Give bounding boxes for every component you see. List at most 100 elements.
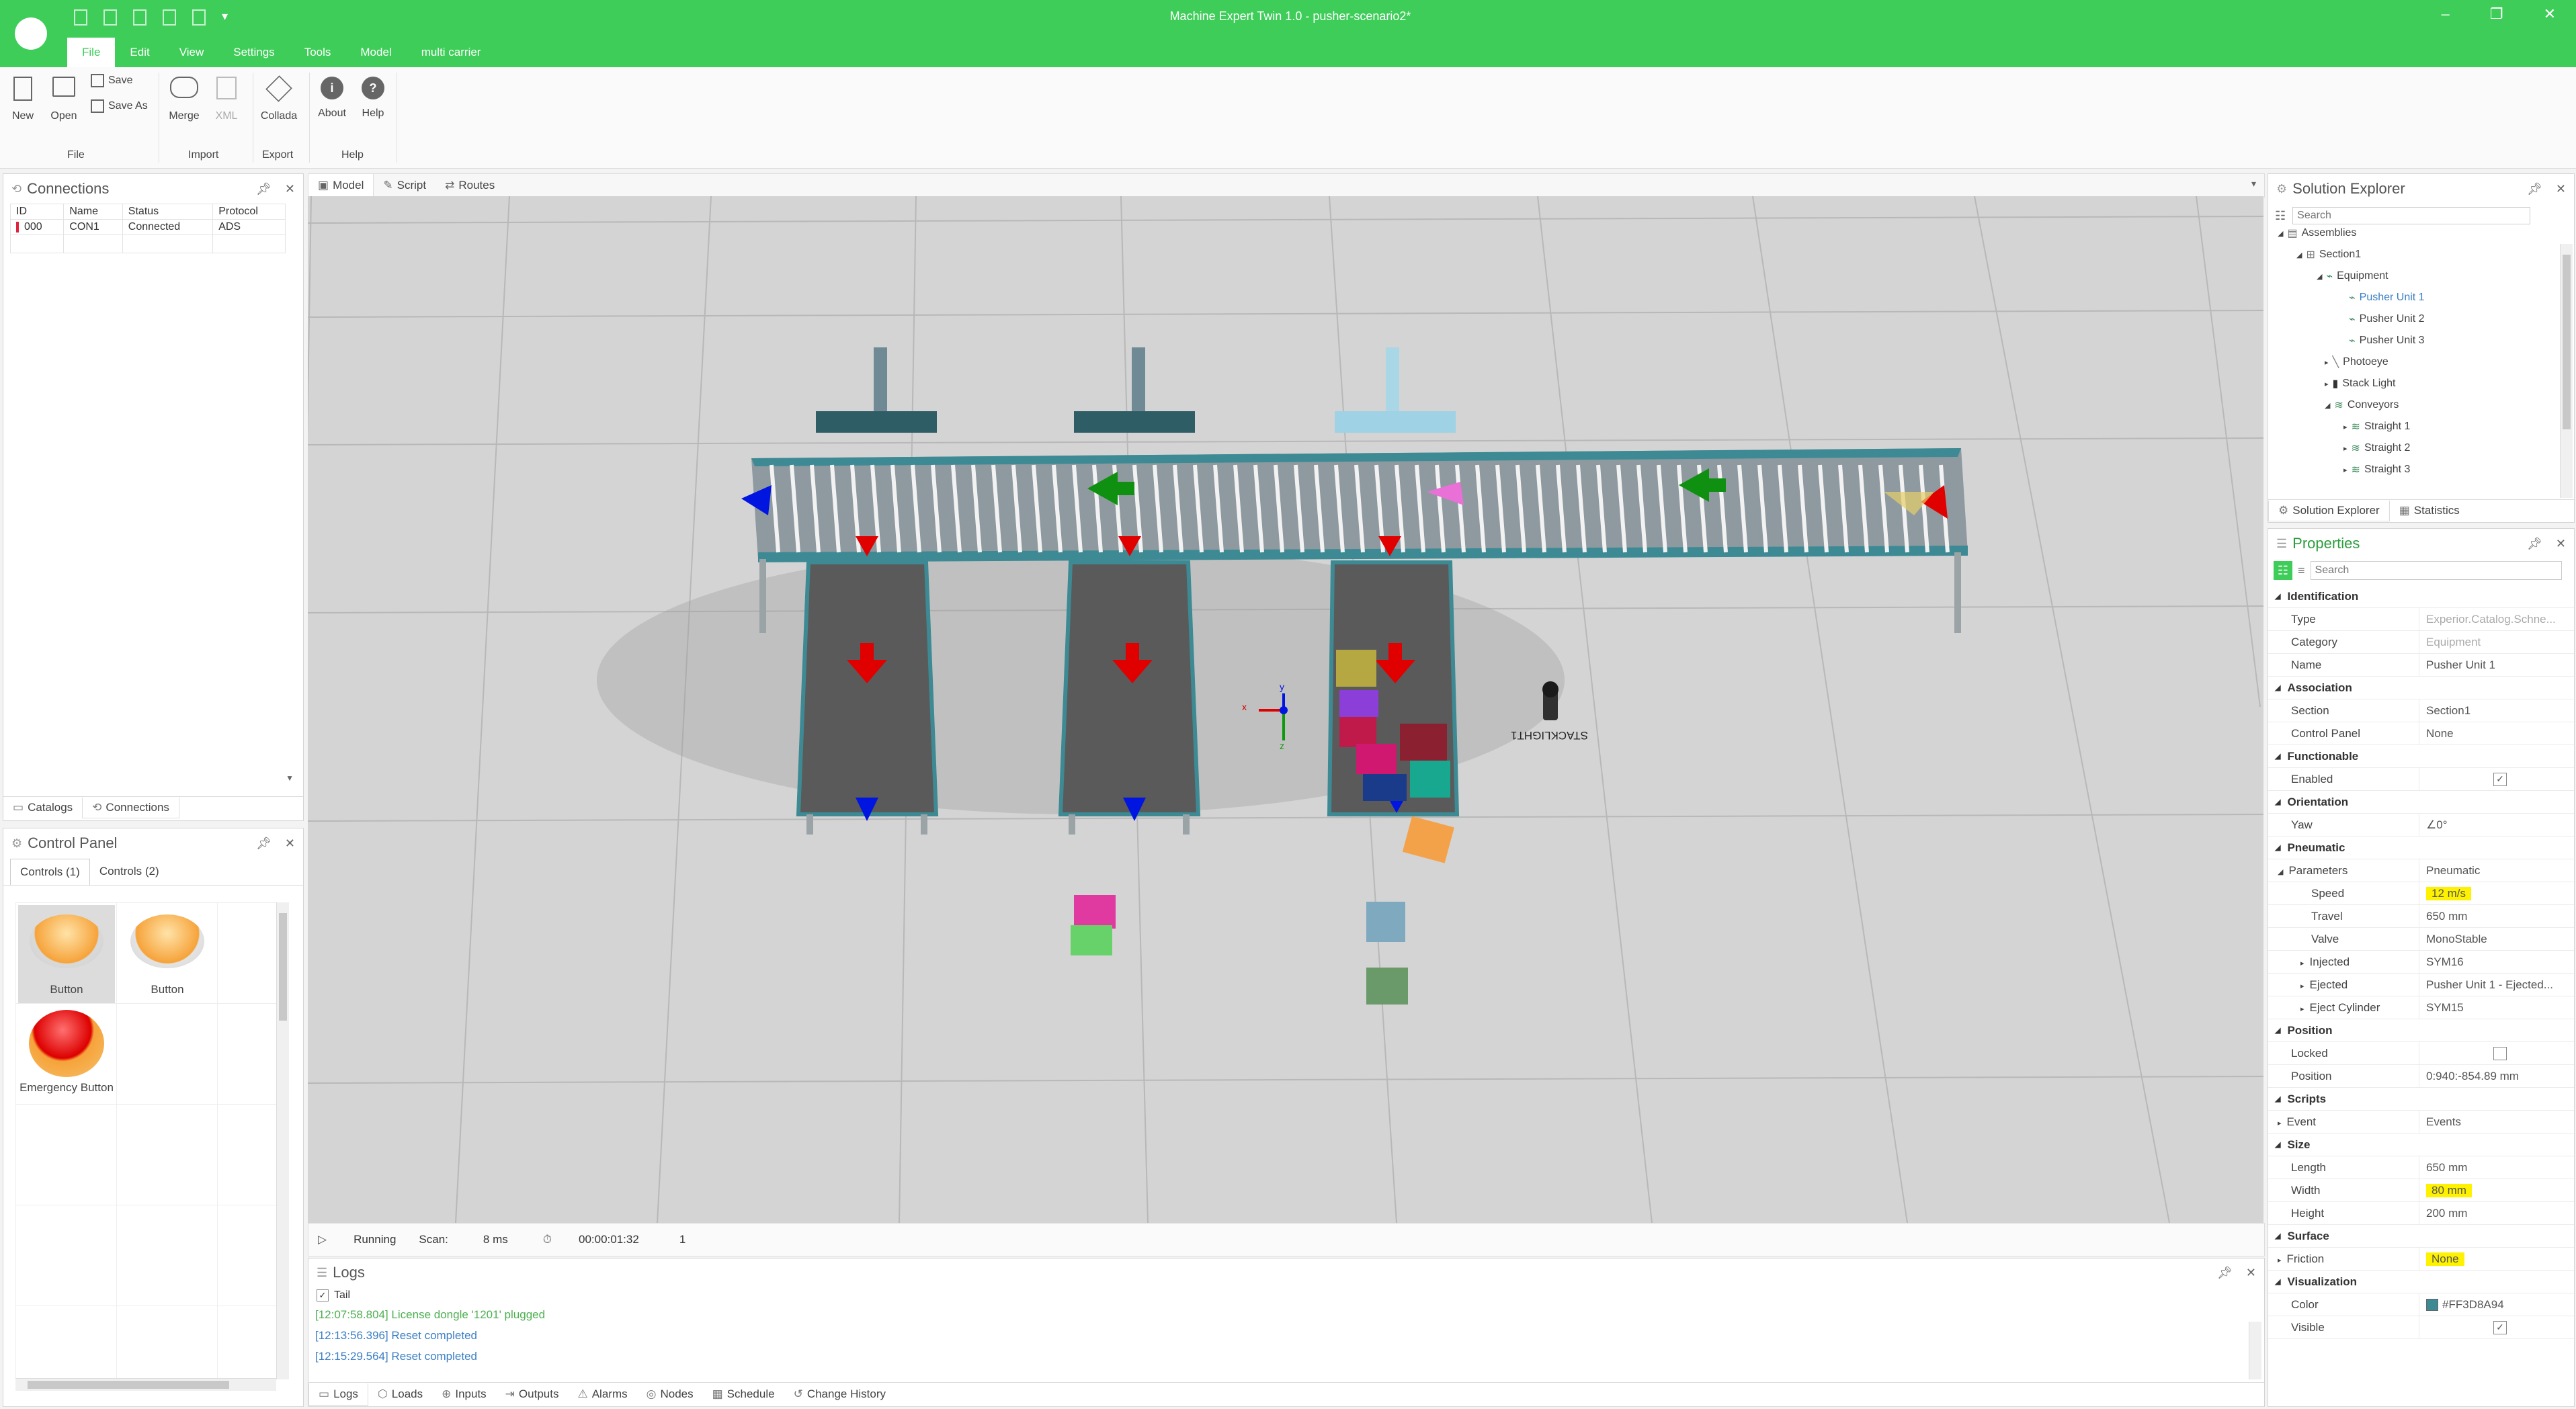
column-header[interactable]: Name — [63, 204, 123, 220]
tree-item-straight-1[interactable]: ▸ ≋ Straight 1 — [2268, 416, 2561, 437]
explorer-scrollbar[interactable] — [2560, 244, 2573, 498]
tree-item-straight-2[interactable]: ▸ ≋ Straight 2 — [2268, 437, 2561, 459]
pin-icon[interactable]: 📌︎ — [2527, 537, 2542, 551]
ribbon-item-save[interactable]: Save — [91, 74, 132, 87]
category-size[interactable]: ◢ Size — [2268, 1134, 2574, 1156]
category-visualization[interactable]: ◢ Visualization — [2268, 1271, 2574, 1293]
locked-checkbox[interactable] — [2493, 1046, 2507, 1060]
tree-item-photoeye[interactable]: ▸ ╲ Photoeye — [2268, 351, 2561, 373]
menu-view[interactable]: View — [165, 46, 219, 59]
3d-viewport[interactable]: STACKLIGHT1 x y z — [308, 196, 2263, 1223]
open-file-icon[interactable] — [103, 9, 117, 26]
tab-solution-explorer[interactable]: ⚙ Solution Explorer — [2268, 500, 2390, 521]
close-icon[interactable]: ✕ — [2556, 537, 2566, 551]
properties-search-input[interactable] — [2310, 561, 2562, 580]
property-row[interactable]: ▸ Injected SYM16 — [2268, 951, 2574, 974]
menu-multi-carrier[interactable]: multi carrier — [407, 46, 496, 59]
ribbon-item-collada[interactable]: Collada — [257, 75, 301, 122]
menu-file[interactable]: File — [67, 38, 116, 67]
explorer-search-input[interactable] — [2292, 207, 2531, 224]
close-icon[interactable]: ✕ — [285, 837, 295, 851]
property-row[interactable]: Locked — [2268, 1042, 2574, 1065]
tab-routes[interactable]: ⇄ Routes — [435, 179, 504, 192]
pin-icon[interactable]: 📌︎ — [2527, 182, 2542, 196]
tree-item-section1[interactable]: ◢ ⊞ Section1 — [2268, 244, 2561, 265]
menu-settings[interactable]: Settings — [218, 46, 289, 59]
property-row[interactable]: ▸ Friction None — [2268, 1248, 2574, 1271]
control-button-2[interactable]: Button — [119, 905, 216, 1003]
ribbon-item-about[interactable]: i About — [313, 77, 351, 120]
property-row[interactable]: Section Section1 — [2268, 699, 2574, 722]
tab-script[interactable]: ✎ Script — [374, 179, 435, 192]
category-functionable[interactable]: ◢ Functionable — [2268, 745, 2574, 768]
close-icon[interactable]: ✕ — [2544, 5, 2556, 23]
property-row[interactable]: Type Experior.Catalog.Schne... — [2268, 608, 2574, 631]
tab-controls-2[interactable]: Controls (2) — [90, 865, 169, 878]
tab-logs[interactable]: ▭ Logs — [308, 1383, 368, 1406]
tree-item-assemblies[interactable]: ◢ ▤ Assemblies — [2268, 222, 2561, 244]
column-header[interactable]: Status — [122, 204, 214, 220]
redo-icon[interactable] — [192, 9, 206, 26]
filter-icon[interactable]: ☷ — [2275, 209, 2286, 223]
column-header[interactable]: ID — [9, 204, 65, 220]
close-icon[interactable]: ✕ — [2246, 1266, 2256, 1280]
logs-scrollbar[interactable] — [2249, 1322, 2261, 1379]
property-row[interactable]: ▸ Event Events — [2268, 1111, 2574, 1134]
tree-item-equipment[interactable]: ◢ ⌁ Equipment — [2268, 265, 2561, 287]
column-header[interactable]: Protocol — [212, 204, 286, 220]
save-icon[interactable] — [133, 9, 147, 26]
ribbon-item-xml[interactable]: XML — [210, 77, 243, 122]
tree-item-pusher-unit-1[interactable]: ⌁ Pusher Unit 1 — [2268, 287, 2561, 308]
tab-nodes[interactable]: ◎ Nodes — [637, 1387, 703, 1401]
property-row[interactable]: ◢ Parameters Pneumatic — [2268, 859, 2574, 882]
property-row[interactable]: Width 80 mm — [2268, 1179, 2574, 1202]
property-row[interactable]: Color #FF3D8A94 — [2268, 1293, 2574, 1316]
category-position[interactable]: ◢ Position — [2268, 1019, 2574, 1042]
category-association[interactable]: ◢ Association — [2268, 677, 2574, 699]
tree-item-straight-3[interactable]: ▸ ≋ Straight 3 — [2268, 459, 2561, 478]
new-file-icon[interactable] — [74, 9, 87, 26]
tab-controls-1[interactable]: Controls (1) — [10, 858, 90, 885]
control-emergency-button[interactable]: Emergency Button — [18, 1006, 115, 1104]
close-icon[interactable]: ✕ — [2556, 182, 2566, 196]
tabs-dropdown-icon[interactable]: ▾ — [2251, 178, 2256, 189]
property-row[interactable]: Control Panel None — [2268, 722, 2574, 745]
ribbon-item-open[interactable]: Open — [47, 77, 81, 122]
width-value[interactable]: 80 mm — [2426, 1183, 2472, 1197]
tree-item-pusher-unit-2[interactable]: ⌁ Pusher Unit 2 — [2268, 308, 2561, 330]
ribbon-item-save-as[interactable]: Save As — [91, 99, 148, 113]
property-row[interactable]: Name Pusher Unit 1 — [2268, 654, 2574, 677]
property-row[interactable]: Enabled ✓ — [2268, 768, 2574, 791]
category-scripts[interactable]: ◢ Scripts — [2268, 1088, 2574, 1111]
scroll-down-icon[interactable]: ▼ — [286, 773, 294, 783]
tail-option[interactable]: ✓ Tail — [308, 1287, 2264, 1304]
pin-icon[interactable]: 📌︎ — [2217, 1266, 2233, 1280]
tab-model[interactable]: ▣ Model — [308, 174, 374, 197]
minimize-icon[interactable]: – — [2442, 5, 2450, 23]
tab-statistics[interactable]: ▦ Statistics — [2390, 504, 2469, 517]
property-row[interactable]: Height 200 mm — [2268, 1202, 2574, 1225]
horizontal-scrollbar[interactable] — [15, 1378, 276, 1391]
close-icon[interactable]: ✕ — [285, 182, 295, 196]
property-row[interactable]: ▸ Eject Cylinder SYM15 — [2268, 996, 2574, 1019]
undo-icon[interactable] — [163, 9, 176, 26]
control-button-1[interactable]: Button — [18, 905, 115, 1003]
property-row[interactable]: Visible ✓ — [2268, 1316, 2574, 1339]
categorized-view-icon[interactable]: ☷ — [2274, 561, 2292, 580]
tab-connections[interactable]: ⟲ Connections — [82, 797, 179, 818]
property-row[interactable]: Travel 650 mm — [2268, 905, 2574, 928]
dropdown-icon[interactable]: ▾ — [222, 9, 228, 26]
tree-item-conveyors[interactable]: ◢ ≋ Conveyors — [2268, 394, 2561, 416]
maximize-icon[interactable]: ❐ — [2490, 5, 2503, 23]
vertical-scrollbar[interactable] — [276, 902, 289, 1379]
category-identification[interactable]: ◢ Identification — [2268, 585, 2574, 608]
property-row[interactable]: Position 0:940:-854.89 mm — [2268, 1065, 2574, 1088]
list-view-icon[interactable]: ≡ — [2298, 564, 2305, 578]
table-row[interactable]: 000 CON1 Connected ADS — [9, 219, 286, 235]
category-pneumatic[interactable]: ◢ Pneumatic — [2268, 837, 2574, 859]
ribbon-item-merge[interactable]: Merge — [165, 77, 203, 122]
tab-schedule[interactable]: ▦ Schedule — [703, 1387, 784, 1401]
ribbon-item-help[interactable]: ? Help — [356, 77, 390, 120]
tail-checkbox[interactable]: ✓ — [317, 1289, 329, 1301]
speed-value[interactable]: 12 m/s — [2426, 886, 2472, 900]
